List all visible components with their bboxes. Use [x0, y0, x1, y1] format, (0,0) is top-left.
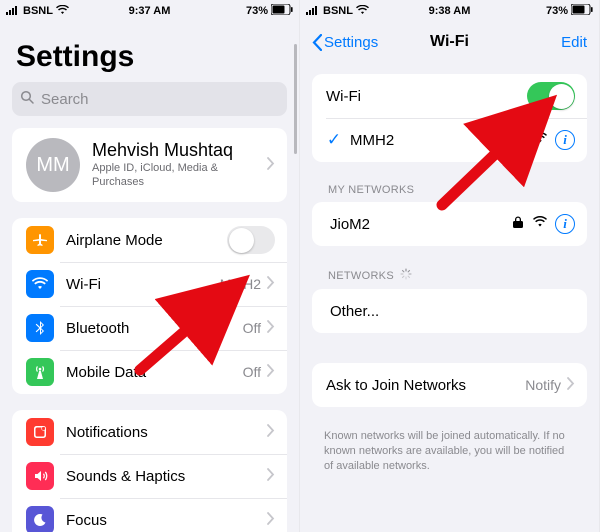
- row-value: Notify: [525, 377, 561, 393]
- wifi-settings-screen: BSNL 9:38 AM 73% Settings Wi-Fi Edit Wi-…: [300, 0, 600, 532]
- section-header-networks: NETWORKS: [300, 268, 599, 289]
- bluetooth-row[interactable]: Bluetooth Off: [12, 306, 287, 350]
- row-label: Sounds & Haptics: [66, 468, 267, 485]
- row-value: MMH2: [220, 276, 261, 292]
- battery-pct: 73%: [246, 5, 268, 17]
- row-value: Off: [243, 320, 261, 336]
- battery-pct: 73%: [546, 5, 568, 17]
- nav-title: Wi-Fi: [430, 33, 469, 51]
- wifi-icon: [26, 270, 54, 298]
- chevron-right-icon: [267, 364, 275, 381]
- info-button[interactable]: i: [555, 130, 575, 150]
- networks-group: Other...: [312, 289, 587, 333]
- avatar: MM: [26, 138, 80, 192]
- edit-button[interactable]: Edit: [561, 34, 587, 51]
- mobile-data-row[interactable]: Mobile Data Off: [12, 350, 287, 394]
- wifi-signal-icon: [533, 215, 547, 233]
- nav-bar: Settings Wi-Fi Edit: [300, 22, 599, 62]
- chevron-right-icon: [267, 157, 275, 174]
- ask-to-join-row[interactable]: Ask to Join Networks Notify: [312, 363, 587, 407]
- row-label: Wi-Fi: [326, 88, 527, 105]
- row-label: Airplane Mode: [66, 232, 227, 249]
- section-header-my-networks: MY NETWORKS: [300, 184, 599, 202]
- settings-root-screen: BSNL 9:37 AM 73% Settings Search MM Mehv…: [0, 0, 300, 532]
- status-bar: BSNL 9:38 AM 73%: [300, 0, 599, 22]
- wifi-row[interactable]: Wi-Fi MMH2: [12, 262, 287, 306]
- profile-sub: Apple ID, iCloud, Media & Purchases: [92, 162, 267, 190]
- network-name: MMH2: [350, 132, 511, 149]
- wifi-status-icon: [56, 5, 69, 18]
- chevron-right-icon: [267, 512, 275, 529]
- airplane-icon: [26, 226, 54, 254]
- chevron-right-icon: [267, 468, 275, 485]
- checkmark-icon: ✓: [326, 130, 342, 150]
- spinner-icon: [400, 268, 412, 283]
- search-placeholder: Search: [41, 91, 89, 108]
- profile-card[interactable]: MM Mehvish Mushtaq Apple ID, iCloud, Med…: [12, 128, 287, 202]
- connected-network-row[interactable]: ✓ MMH2 i: [312, 118, 587, 162]
- airplane-mode-row[interactable]: Airplane Mode: [12, 218, 287, 262]
- wifi-main-group: Wi-Fi ✓ MMH2 i: [312, 74, 587, 162]
- speaker-icon: [26, 462, 54, 490]
- chevron-right-icon: [567, 377, 575, 394]
- row-label: Focus: [66, 512, 267, 529]
- search-icon: [20, 90, 35, 109]
- row-value: Off: [243, 364, 261, 380]
- profile-name: Mehvish Mushtaq: [92, 140, 267, 162]
- section-header-label: NETWORKS: [328, 270, 394, 282]
- row-label: Notifications: [66, 424, 267, 441]
- footer-note: Known networks will be joined automatica…: [300, 423, 599, 474]
- battery-icon: [571, 4, 593, 18]
- row-label: Bluetooth: [66, 320, 243, 337]
- clock: 9:38 AM: [429, 5, 471, 17]
- notifications-row[interactable]: Notifications: [12, 410, 287, 454]
- focus-row[interactable]: Focus: [12, 498, 287, 532]
- back-button[interactable]: Settings: [312, 34, 378, 51]
- lock-icon: [511, 215, 525, 233]
- row-label: Mobile Data: [66, 364, 243, 381]
- other-network-row[interactable]: Other...: [312, 289, 587, 333]
- connectivity-group: Airplane Mode Wi-Fi MMH2 Bluetooth Off M…: [12, 218, 287, 394]
- bluetooth-icon: [26, 314, 54, 342]
- sounds-row[interactable]: Sounds & Haptics: [12, 454, 287, 498]
- my-networks-group: JioM2 i: [312, 202, 587, 246]
- page-title: Settings: [0, 22, 299, 82]
- lock-icon: [511, 131, 525, 149]
- back-label: Settings: [324, 34, 378, 51]
- wifi-status-icon: [356, 5, 369, 18]
- network-name: JioM2: [326, 216, 511, 233]
- cellular-bars-icon: [6, 5, 20, 18]
- row-label: Other...: [326, 303, 575, 320]
- status-bar: BSNL 9:37 AM 73%: [0, 0, 299, 22]
- info-button[interactable]: i: [555, 214, 575, 234]
- clock: 9:37 AM: [129, 5, 171, 17]
- airplane-toggle[interactable]: [227, 226, 275, 254]
- alerts-group: Notifications Sounds & Haptics Focus: [12, 410, 287, 532]
- carrier-label: BSNL: [23, 5, 53, 17]
- carrier-label: BSNL: [323, 5, 353, 17]
- row-label: Ask to Join Networks: [326, 377, 525, 394]
- chevron-right-icon: [267, 320, 275, 337]
- ask-to-join-group: Ask to Join Networks Notify: [312, 363, 587, 407]
- saved-network-row[interactable]: JioM2 i: [312, 202, 587, 246]
- search-input[interactable]: Search: [12, 82, 287, 116]
- moon-icon: [26, 506, 54, 532]
- battery-icon: [271, 4, 293, 18]
- wifi-signal-icon: [533, 131, 547, 149]
- chevron-right-icon: [267, 276, 275, 293]
- cellular-bars-icon: [306, 5, 320, 18]
- chevron-right-icon: [267, 424, 275, 441]
- scroll-indicator: [294, 44, 297, 154]
- bell-icon: [26, 418, 54, 446]
- wifi-toggle[interactable]: [527, 82, 575, 110]
- wifi-toggle-row: Wi-Fi: [312, 74, 587, 118]
- row-label: Wi-Fi: [66, 276, 220, 293]
- antenna-icon: [26, 358, 54, 386]
